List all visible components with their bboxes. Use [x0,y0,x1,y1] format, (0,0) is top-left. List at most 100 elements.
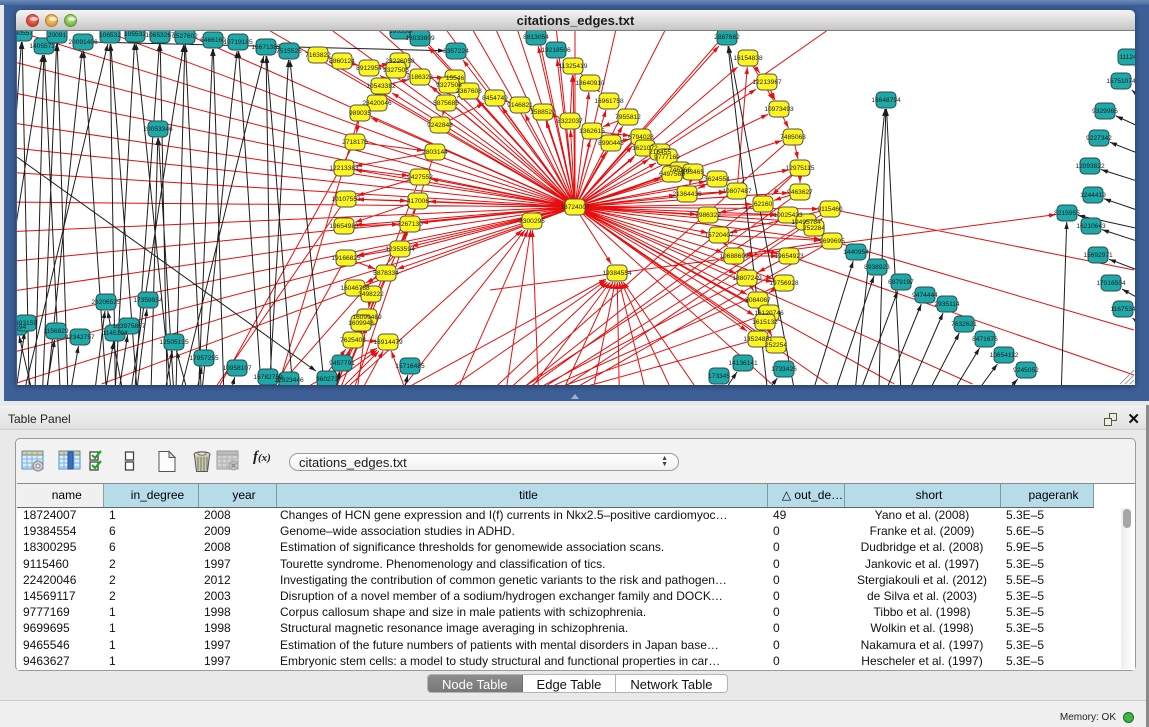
svg-text:8454749: 8454749 [482,95,508,102]
svg-text:9427552: 9427552 [407,174,433,181]
svg-text:10653267: 10653267 [145,32,175,39]
svg-text:1440954: 1440954 [843,249,869,256]
svg-text:20091: 20091 [48,32,67,39]
svg-text:7485063: 7485063 [780,134,806,141]
svg-text:2935114: 2935114 [934,301,960,308]
svg-text:19756928: 19756928 [769,280,799,287]
svg-text:193465: 193465 [682,169,704,176]
svg-text:15716485: 15716485 [395,363,425,370]
svg-text:9327505: 9327505 [383,67,409,74]
svg-text:9457791: 9457791 [329,360,355,367]
svg-text:960273: 960273 [316,376,338,383]
svg-text:15692971: 15692971 [1083,252,1113,259]
svg-text:5878334: 5878334 [373,270,399,277]
svg-text:6466160: 6466160 [200,37,226,44]
svg-text:10973493: 10973493 [764,106,794,113]
svg-text:17359934: 17359934 [133,297,163,304]
svg-text:18724007: 18724007 [560,204,590,211]
svg-text:12923446: 12923446 [274,377,304,384]
svg-text:1362615: 1362615 [579,128,605,135]
svg-text:9115460: 9115460 [817,206,843,213]
svg-text:9227342: 9227342 [1086,135,1112,142]
svg-text:19654923: 19654923 [774,253,804,260]
svg-text:10688609: 10688609 [719,253,749,260]
svg-text:1145194: 1145194 [102,330,128,337]
svg-text:8912954: 8912954 [356,65,382,72]
svg-text:7625402: 7625402 [340,337,366,344]
svg-text:16914479: 16914479 [373,339,403,346]
svg-text:15546: 15546 [446,75,465,82]
svg-text:9474444: 9474444 [912,292,938,299]
svg-text:3357224: 3357224 [443,48,469,55]
svg-text:12353594: 12353594 [385,246,415,253]
svg-text:62160: 62160 [754,201,773,208]
svg-text:989035: 989035 [349,110,371,117]
svg-text:26206535: 26206535 [91,299,121,306]
svg-text:8471676: 8471676 [972,336,998,343]
svg-text:8938923: 8938923 [864,264,890,271]
svg-text:8322037: 8322037 [557,118,583,125]
svg-text:140557: 140557 [17,31,33,37]
svg-text:10654112: 10654112 [990,352,1019,359]
svg-text:19218506: 19218506 [541,47,571,54]
svg-text:7632621: 7632621 [951,321,977,328]
svg-text:106532: 106532 [99,32,121,39]
svg-text:23226058: 23226058 [385,58,415,65]
svg-text:417006: 417006 [407,198,429,205]
svg-text:9242848: 9242848 [427,122,453,129]
svg-text:252254: 252254 [765,342,787,349]
svg-text:16154838: 16154838 [733,55,763,62]
svg-text:1527602: 1527602 [172,33,198,40]
svg-text:20091406: 20091406 [68,39,98,46]
svg-text:10958107: 10958107 [222,365,252,372]
svg-text:8990443: 8990443 [598,140,624,147]
svg-text:9329966: 9329966 [1092,108,1118,115]
svg-text:14055724: 14055724 [29,43,59,50]
svg-text:19384554: 19384554 [602,270,632,277]
svg-text:393159: 393159 [17,320,37,327]
svg-text:14136141: 14136141 [728,360,758,367]
svg-text:16120746: 16120746 [754,310,784,317]
svg-text:3267130: 3267130 [397,221,423,228]
svg-text:16648794: 16648794 [871,97,901,104]
svg-text:9699695: 9699695 [819,238,845,245]
svg-text:1615132: 1615132 [752,319,778,326]
svg-text:173345: 173345 [708,373,730,380]
svg-text:12342757: 12342757 [65,334,95,341]
svg-text:19166825: 19166825 [331,255,361,262]
svg-text:15751074: 15751074 [1106,78,1135,85]
svg-text:10807487: 10807487 [722,188,752,195]
svg-text:8186328: 8186328 [407,74,433,81]
svg-text:16033809: 16033809 [405,35,435,42]
svg-text:15720407: 15720407 [704,232,734,239]
svg-text:9463627: 9463627 [787,189,813,196]
svg-text:23420046: 23420046 [362,100,392,107]
svg-text:3498222: 3498222 [358,291,384,298]
svg-text:6794028: 6794028 [628,134,654,141]
svg-text:12505135: 12505135 [159,339,189,346]
svg-text:9084067: 9084067 [745,297,771,304]
svg-text:9777169: 9777169 [654,154,680,161]
svg-text:7515526: 7515526 [276,48,302,55]
svg-text:16210643: 16210643 [1076,223,1106,230]
svg-text:18807249: 18807249 [732,275,762,282]
svg-text:7163822: 7163822 [305,52,331,59]
svg-text:17957255: 17957255 [189,355,219,362]
svg-text:3624554: 3624554 [704,176,730,183]
svg-text:1609948: 1609948 [348,320,374,327]
svg-text:11124: 11124 [1119,54,1135,61]
svg-text:9245052: 9245052 [1013,367,1039,374]
svg-text:10025433: 10025433 [773,212,803,219]
svg-text:17016504: 17016504 [1096,280,1126,287]
svg-text:10543382: 10543382 [366,83,396,90]
svg-text:11325419: 11325419 [559,63,588,70]
svg-text:2300295: 2300295 [519,218,545,225]
svg-text:1733426: 1733426 [771,366,797,373]
svg-text:1167534: 1167534 [1110,306,1135,313]
svg-text:5875685: 5875685 [433,100,459,107]
svg-text:8215955: 8215955 [1054,210,1080,217]
svg-text:7955812: 7955812 [615,114,641,121]
svg-text:2803144: 2803144 [422,149,448,156]
svg-text:2367608: 2367608 [456,88,482,95]
svg-text:10719185: 10719185 [223,39,253,46]
